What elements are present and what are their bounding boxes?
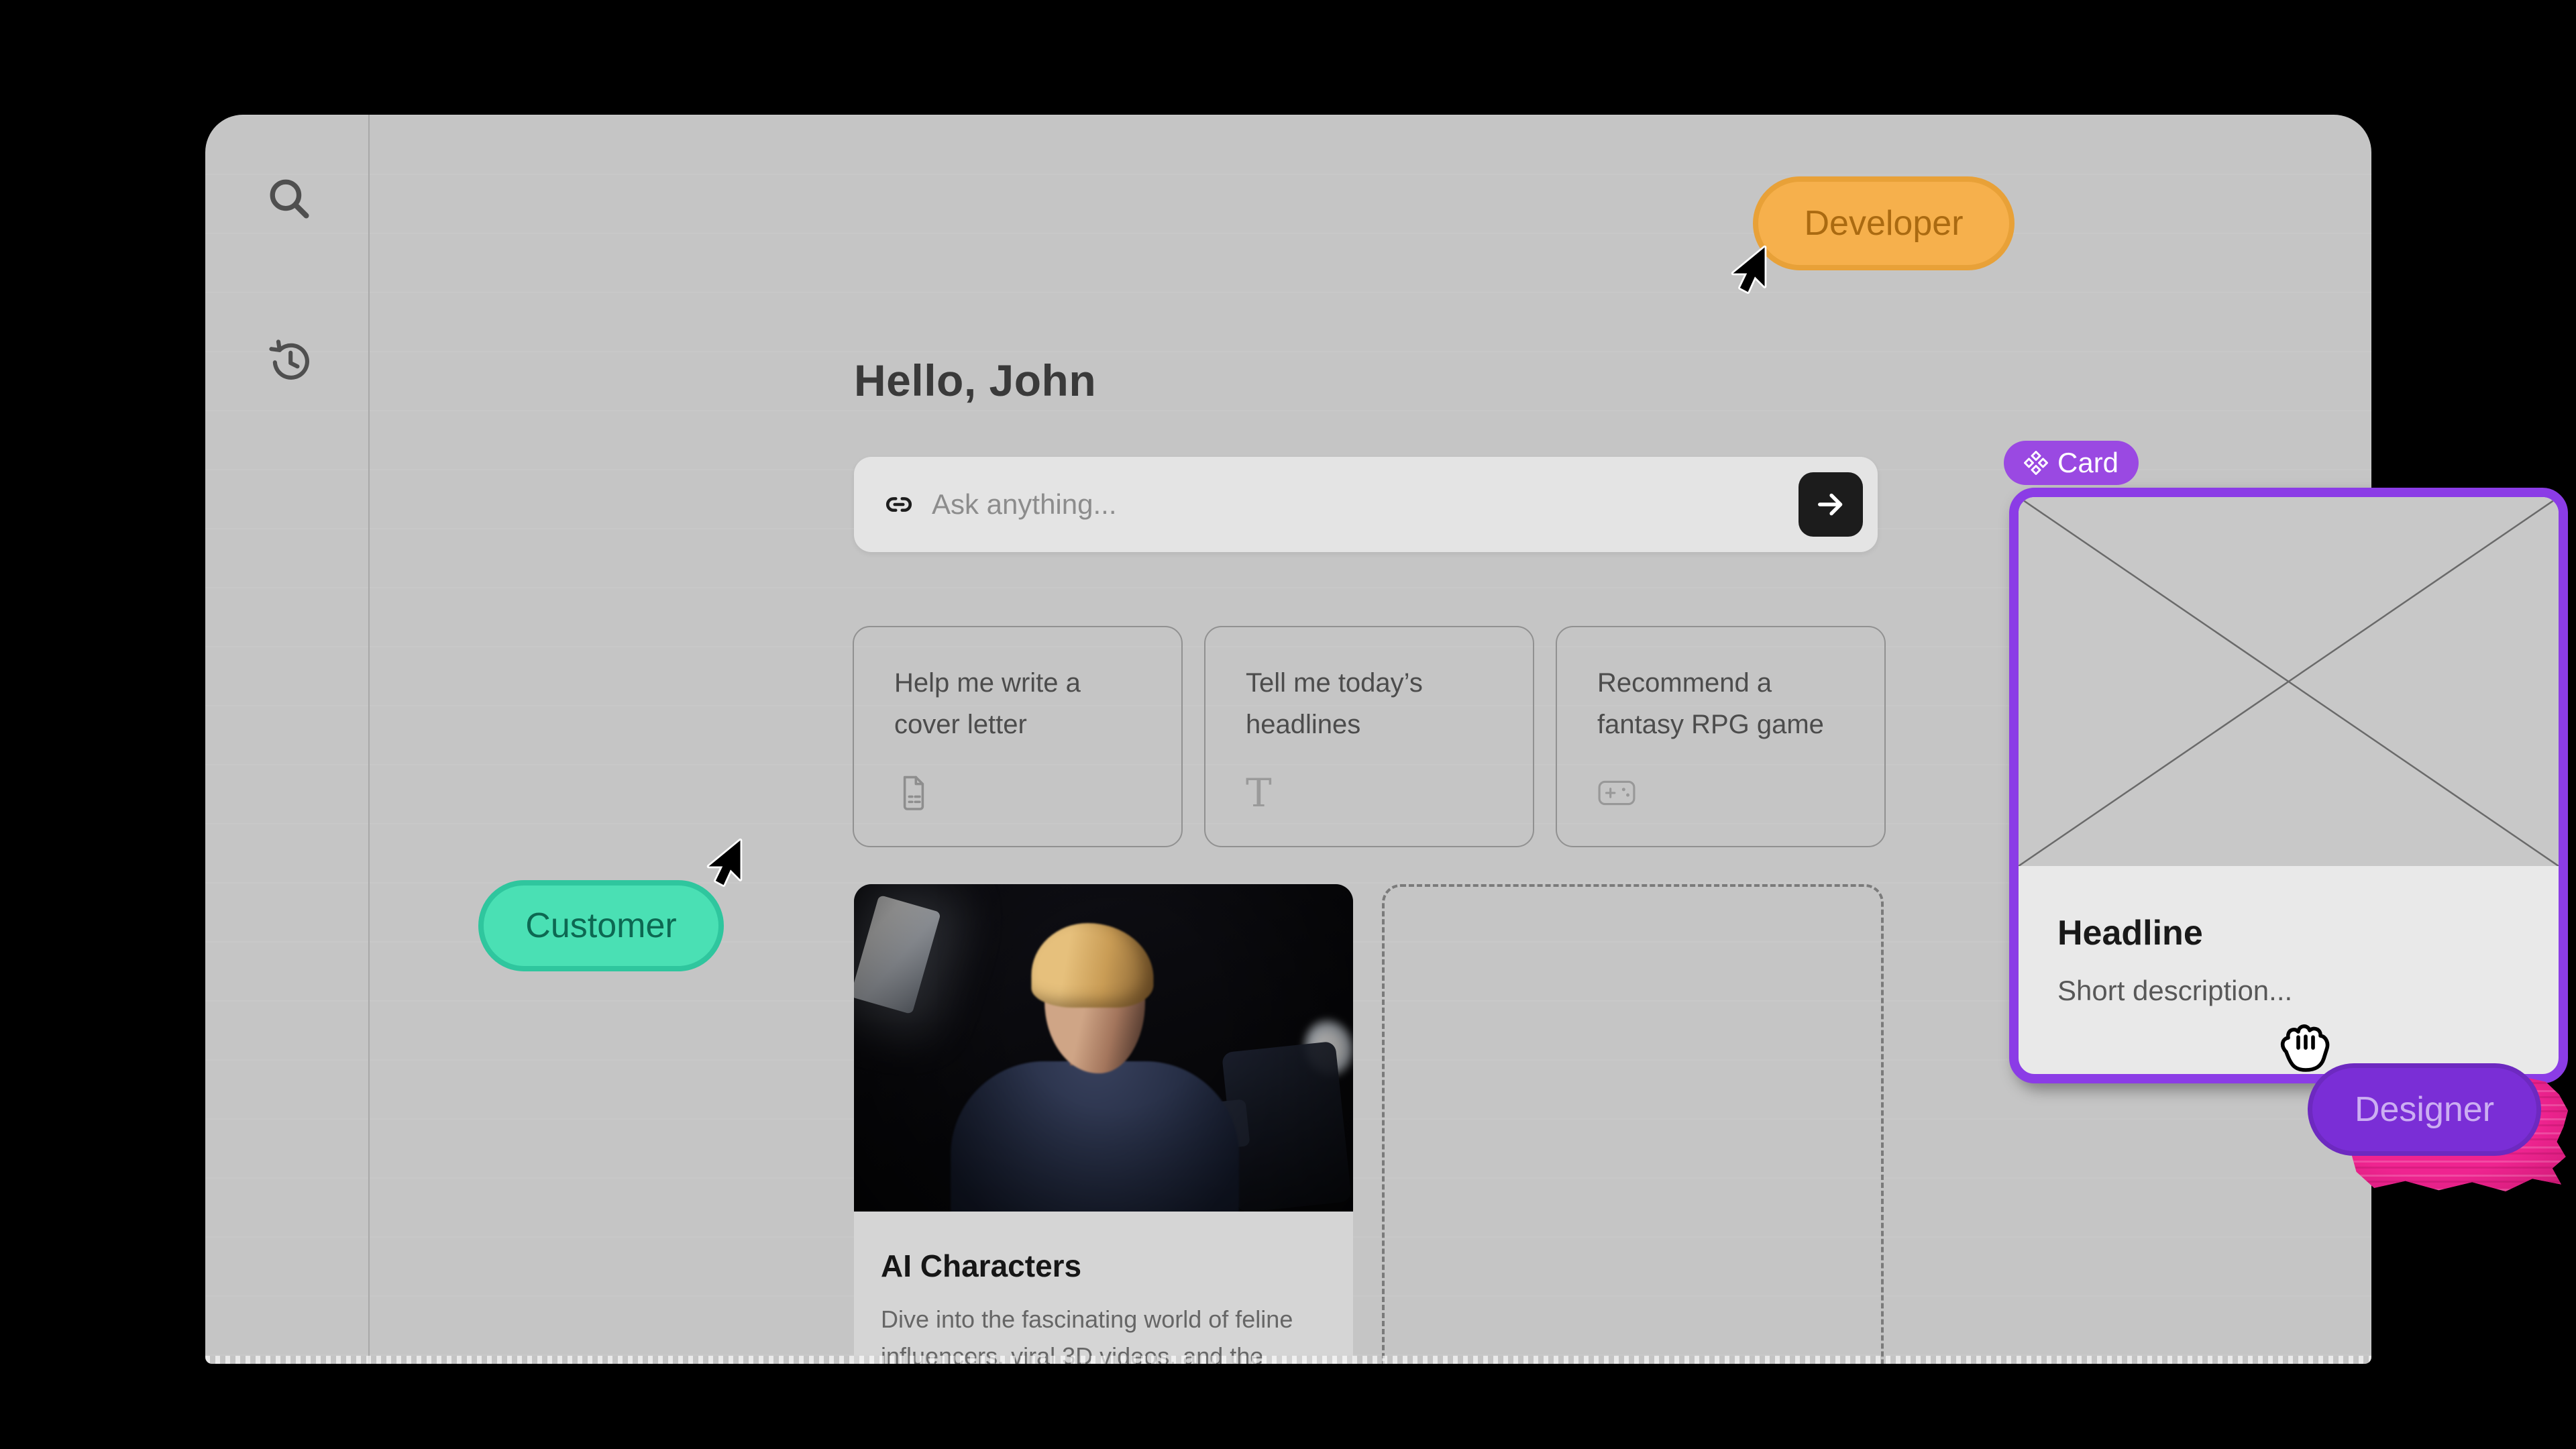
customer-cursor-icon [704,839,745,887]
photo-vignette [854,884,1353,1212]
empty-card-dropzone[interactable] [1382,884,1884,1364]
suggestion-card-cover-letter[interactable]: Help me write a cover letter [853,626,1183,847]
suggestion-label: Recommend a fantasy RPG game [1597,662,1852,745]
send-button[interactable] [1799,472,1863,537]
type-icon: T [1246,773,1285,812]
presence-label: Customer [525,906,676,946]
suggestion-card-rpg[interactable]: Recommend a fantasy RPG game [1556,626,1886,847]
designer-grab-cursor-icon [2275,1020,2332,1073]
presence-pill-designer: Designer [2308,1063,2541,1156]
selected-card-component[interactable]: Headline Short description... [2009,488,2568,1083]
ask-input-container [854,457,1878,552]
suggestion-card-headlines[interactable]: Tell me today’s headlines T [1204,626,1534,847]
presence-pill-customer: Customer [478,880,724,971]
image-placeholder [2019,497,2559,866]
suggestion-label: Tell me today’s headlines [1246,662,1501,745]
article-photo [854,884,1353,1212]
design-canvas: Hello, John Help me write a cover letter [0,0,2576,1449]
placeholder-x-icon [2019,497,2559,866]
search-icon[interactable] [266,175,313,222]
presence-label: Developer [1804,203,1963,244]
component-badge-label: Card [2057,447,2118,479]
presence-pill-developer: Developer [1753,176,2015,270]
article-card-ai-characters[interactable]: AI Characters Dive into the fascinating … [854,884,1353,1364]
file-text-icon [894,773,933,812]
presence-label: Designer [2355,1089,2494,1130]
history-icon[interactable] [266,336,313,383]
card-headline: Headline [2057,913,2203,953]
component-badge[interactable]: Card [2004,441,2139,485]
article-title: AI Characters [881,1248,1081,1284]
card-description: Short description... [2057,975,2292,1007]
link-icon [883,489,914,520]
component-diamonds-icon [2024,451,2048,475]
suggestion-label: Help me write a cover letter [894,662,1149,745]
sidebar [205,115,370,1364]
ask-input[interactable] [932,457,1777,552]
article-description: Dive into the fascinating world of felin… [881,1301,1327,1364]
arrow-right-icon [1813,487,1848,522]
gamepad-icon [1597,773,1636,812]
page-title: Hello, John [854,355,1096,406]
developer-cursor-icon [1729,246,1769,294]
